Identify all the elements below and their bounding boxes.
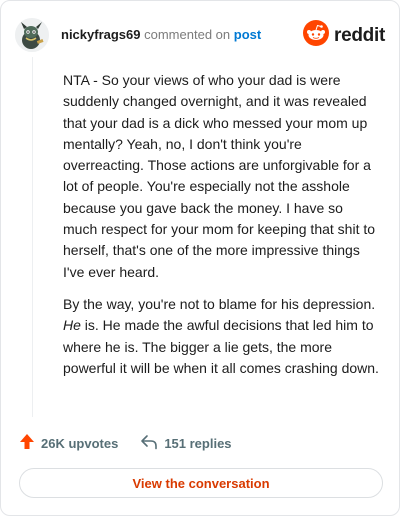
comment-embed-card: nickyfrags69 commented on post reddit NT…	[0, 0, 400, 516]
upvote-arrow-icon	[19, 433, 41, 453]
comment-paragraph: NTA - So your views of who your dad is w…	[63, 72, 376, 280]
upvote-count[interactable]: 26K upvotes	[19, 433, 118, 453]
reply-count[interactable]: 151 replies	[140, 434, 232, 453]
comment-body: NTA - So your views of who your dad is w…	[63, 70, 381, 379]
username-link[interactable]: nickyfrags69	[61, 27, 141, 42]
comment-paragraph: By the way, you're not to blame for his …	[63, 294, 381, 379]
post-link[interactable]: post	[234, 27, 261, 42]
reddit-wordmark: reddit	[334, 24, 385, 46]
avatar[interactable]	[15, 18, 49, 52]
thread-line	[32, 57, 33, 417]
upvote-label: 26K upvotes	[41, 435, 119, 451]
reddit-brand[interactable]: reddit	[303, 20, 385, 51]
action-text: commented on	[144, 27, 231, 42]
comment-stats: 26K upvotes 151 replies	[19, 433, 232, 453]
view-conversation-button[interactable]: View the conversation	[19, 468, 383, 498]
reddit-logo-icon	[303, 20, 330, 51]
reply-label: 151 replies	[164, 435, 232, 451]
comment-text: is. He made the awful decisions that led…	[63, 317, 379, 376]
reply-arrow-icon	[140, 434, 164, 453]
comment-meta: nickyfrags69 commented on post	[61, 27, 261, 43]
comment-text: By the way, you're not to blame for his …	[63, 295, 376, 312]
comment-emphasis: He	[63, 317, 81, 334]
